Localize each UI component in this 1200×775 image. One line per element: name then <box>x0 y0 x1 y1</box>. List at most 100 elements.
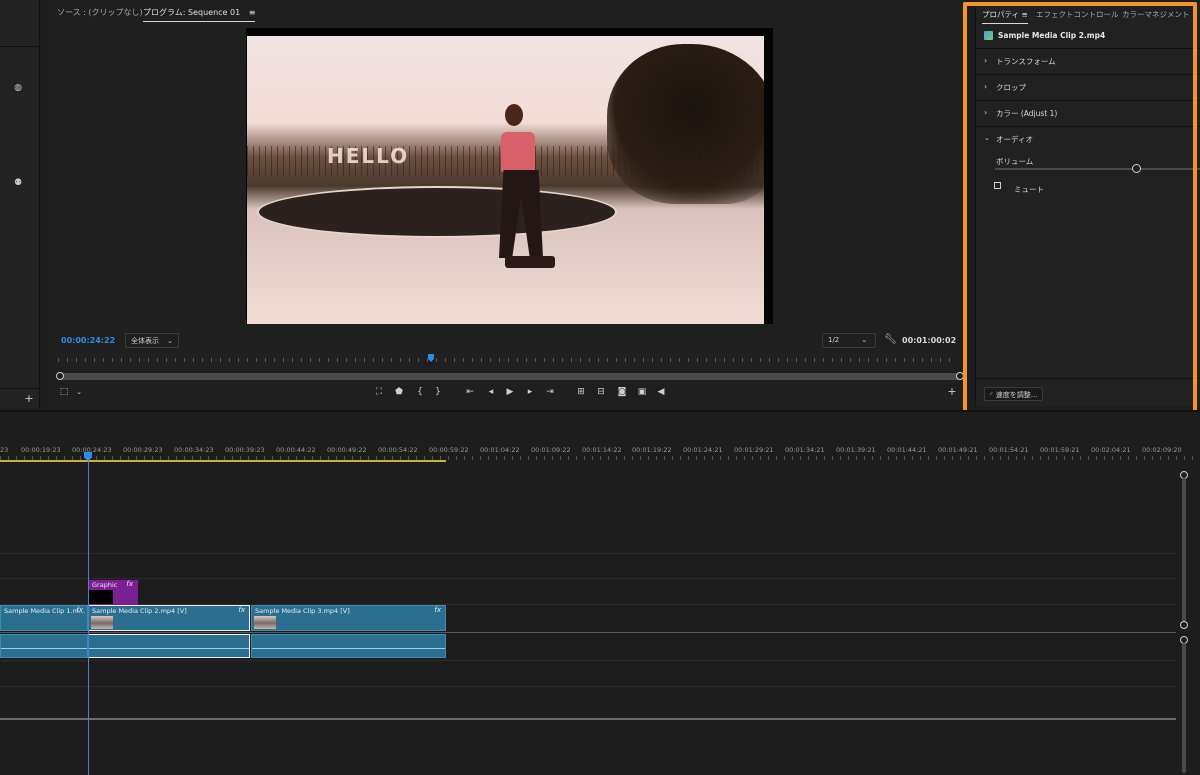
add-button-icon[interactable]: + <box>946 386 958 397</box>
scroll-handle-left[interactable] <box>56 372 64 380</box>
lift-icon[interactable]: ⛶ <box>373 387 385 397</box>
globe-icon[interactable]: ◍ <box>13 83 23 93</box>
safe-margins-icon[interactable]: ⬚ <box>58 387 70 397</box>
volume-slider-handle[interactable] <box>1132 164 1141 173</box>
overwrite-icon[interactable]: ⊟ <box>595 387 607 397</box>
add-icon[interactable]: + <box>24 393 34 404</box>
section-label: クロップ <box>996 83 1026 92</box>
resolution-dropdown[interactable]: 1/2 ⌄ <box>822 333 876 348</box>
clip-name: Sample Media Clip 2.mp4 <box>998 31 1106 40</box>
fx-badge: fx <box>238 606 245 614</box>
timeline-timecode-label: 00:02:09:20 <box>1142 446 1182 454</box>
scroll-handle-right[interactable] <box>956 372 964 380</box>
audio-clip[interactable] <box>251 634 446 658</box>
go-to-in-icon[interactable]: ⇤ <box>464 387 476 397</box>
section-label: カラー (Adjust 1) <box>996 109 1058 118</box>
timeline-panel <box>0 410 1200 775</box>
timeline-timecode-label: 00:00:34:23 <box>174 446 214 454</box>
tab-color-management[interactable]: カラーマネジメント <box>1122 9 1190 20</box>
vertical-scroll-handle[interactable] <box>1180 621 1188 629</box>
video-clip-selected[interactable]: Sample Media Clip 2.mp4 [V] fx <box>88 605 250 631</box>
chevron-right-icon: › <box>984 82 988 91</box>
vertical-scrollbar[interactable] <box>1182 478 1186 622</box>
clip-thumbnail <box>91 616 113 629</box>
graphic-clip[interactable]: Graphic fx <box>88 580 138 605</box>
timeline-timecode-label: 00:01:39:21 <box>836 446 876 454</box>
track-divider <box>0 632 1176 633</box>
timeline-timecode-label: 00:00:54:22 <box>378 446 418 454</box>
chevron-down-icon[interactable]: ⌄ <box>73 387 85 397</box>
mute-checkbox[interactable] <box>994 182 1001 189</box>
track-divider <box>0 686 1176 687</box>
section-transform[interactable]: › トランスフォーム <box>976 48 1200 74</box>
tab-source[interactable]: ソース : (クリップなし) <box>57 7 143 18</box>
timeline-timecode-label: 00:01:24:21 <box>683 446 723 454</box>
section-color[interactable]: › カラー (Adjust 1) <box>976 100 1200 126</box>
clip-label: Sample Media Clip 1.m... <box>4 607 86 615</box>
step-forward-icon[interactable]: ▸ <box>524 387 536 397</box>
timeline-timecode-label: 00:00:29:23 <box>123 446 163 454</box>
clip-thumbnail <box>254 616 276 629</box>
section-audio[interactable]: ⌄ オーディオ ボリューム ミュート <box>976 126 1200 376</box>
insert-icon[interactable]: ⊞ <box>575 387 587 397</box>
clip-icon <box>984 31 993 40</box>
go-to-out-icon[interactable]: ⇥ <box>544 387 556 397</box>
user-icon[interactable]: ⚉ <box>13 178 23 188</box>
mute-label: ミュート <box>1014 185 1044 194</box>
duration-timecode: 00:01:00:02 <box>902 336 957 345</box>
fit-dropdown-value: 全体表示 <box>131 337 159 345</box>
vertical-scrollbar[interactable] <box>1182 643 1186 773</box>
timeline-timecode-label: 00:01:04:22 <box>480 446 520 454</box>
video-clip[interactable]: Sample Media Clip 3.mp4 [V] fx <box>251 605 446 631</box>
comparison-view-icon[interactable]: ▣ <box>636 387 648 397</box>
timeline-timecode-label: 00:01:54:21 <box>989 446 1029 454</box>
tab-program[interactable]: プログラム: Sequence 01 ≡ <box>143 7 256 22</box>
audio-waveform <box>252 648 445 649</box>
audio-clip-selected[interactable] <box>88 634 250 658</box>
video-preview[interactable]: HELLO <box>246 28 773 324</box>
monitor-zoom-scrollbar[interactable] <box>58 373 961 380</box>
monitor-time-ruler[interactable] <box>58 354 958 364</box>
section-label: オーディオ <box>996 135 1033 144</box>
step-back-icon[interactable]: ◂ <box>485 387 497 397</box>
wrench-icon[interactable]: 🔧︎ <box>884 334 897 345</box>
divider <box>976 378 1200 379</box>
current-timecode[interactable]: 00:00:24:22 <box>61 336 115 345</box>
audio-clip[interactable] <box>0 634 88 658</box>
play-icon[interactable]: ▶ <box>504 387 516 397</box>
playhead-line <box>88 460 89 775</box>
adjust-speed-button[interactable]: ◜ 速度を調整... <box>984 387 1044 401</box>
video-overlay-text: HELLO <box>327 144 410 168</box>
section-label: トランスフォーム <box>996 57 1056 66</box>
mark-out-icon[interactable]: } <box>432 387 444 397</box>
chevron-down-icon: ⌄ <box>167 337 173 345</box>
video-clip[interactable]: Sample Media Clip 1.m... fx <box>0 605 88 631</box>
timeline-timecode-label: 00:01:44:21 <box>887 446 927 454</box>
tab-properties[interactable]: プロパティ ≡ <box>982 9 1028 24</box>
volume-slider-track[interactable] <box>995 168 1200 170</box>
fx-badge: fx <box>126 580 133 588</box>
track-divider <box>0 660 1176 661</box>
tree-shape <box>607 44 764 204</box>
panel-menu-icon[interactable]: ≡ <box>249 8 256 17</box>
volume-label: ボリューム <box>996 157 1034 166</box>
timeline-timecode-label: 00:01:19:22 <box>632 446 672 454</box>
resolution-dropdown-value: 1/2 <box>828 336 840 344</box>
timeline-timecode-label: 00:00:44:22 <box>276 446 316 454</box>
chevron-right-icon: › <box>984 56 988 65</box>
camera-icon[interactable]: ◙ <box>616 387 628 397</box>
panel-menu-icon[interactable]: ≡ <box>1021 10 1027 19</box>
mark-in-icon[interactable]: { <box>414 387 426 397</box>
work-area-bar[interactable] <box>0 460 446 462</box>
fx-badge: fx <box>434 606 441 614</box>
speaker-icon[interactable]: ◀ <box>655 387 667 397</box>
fit-dropdown[interactable]: 全体表示 ⌄ <box>125 333 179 348</box>
speed-gauge-icon: ◜ <box>990 391 993 399</box>
section-crop[interactable]: › クロップ <box>976 74 1200 100</box>
timeline-timecode-label: 00:01:49:21 <box>938 446 978 454</box>
adjust-speed-label: 速度を調整... <box>995 391 1038 399</box>
tab-effect-controls[interactable]: エフェクトコントロール <box>1036 9 1119 20</box>
tab-program-label: プログラム: Sequence 01 <box>143 8 241 17</box>
marker-icon[interactable]: ⬟ <box>393 387 405 397</box>
timeline-timecode-label: 00:01:29:21 <box>734 446 774 454</box>
